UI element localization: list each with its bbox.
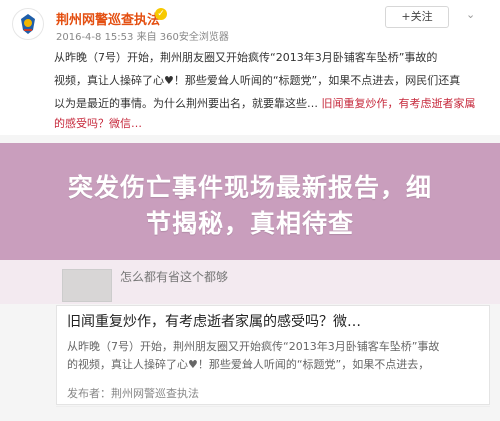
post-line-2: 视频，真让人操碎了心♥！那些爱耸人听闻的“标题党”，如果不点进去，网民们还真 [54,74,461,87]
follow-button[interactable]: +关注 [385,6,449,28]
page: 荆州网警巡查执法 ✓ 2016-4-8 15:53 来自 360安全浏览器 +关… [0,0,500,421]
post-body: 从昨晚（7号）开始，荆州朋友圈又开始疯传“2013年3月卧铺客车坠桥”事故的 视… [0,45,500,135]
card-text-2: 的视频，真让人操碎了心♥！那些爱耸人听闻的“标题党”，如果不点进去， [67,358,430,371]
post-line-3: 以为是最近的事情。为什么荆州要出名，就要靠这些… 旧闻重复炒作，有考虑逝者家属的… [0,91,500,134]
card-footer: 发布者：荆州网警巡查执法 [67,387,199,400]
card-title[interactable]: 旧闻重复炒作，有考虑逝者家属的感受吗？微… [67,312,479,332]
thumbnail-image[interactable] [62,269,112,302]
post-header: 荆州网警巡查执法 ✓ 2016-4-8 15:53 来自 360安全浏览器 +关… [0,0,500,45]
verified-icon: ✓ [155,8,167,20]
article-card[interactable]: 旧闻重复炒作，有考虑逝者家属的感受吗？微… 从昨晚（7号）开始，荆州朋友圈又开始… [56,305,490,405]
avatar[interactable] [12,8,44,40]
banner-line-1: 突发伤亡事件现场最新报告，细 [67,173,432,202]
post-line-3-text: 以为是最近的事情。为什么荆州要出名，就要靠这些… [54,97,318,110]
chevron-down-icon[interactable]: ⌄ [466,8,475,21]
post-line-1: 从昨晚（7号）开始，荆州朋友圈又开始疯传“2013年3月卧铺客车坠桥”事故的 [54,51,438,64]
post-meta: 2016-4-8 15:53 来自 360安全浏览器 [56,32,229,43]
divider [56,406,490,407]
banner-line-2: 节揭秘，真相待查 [145,209,354,238]
card-text-1: 从昨晚（7号）开始，荆州朋友圈又开始疯传“2013年3月卧铺客车坠桥”事故 [67,340,440,353]
badge-icon [14,10,42,38]
author-name[interactable]: 荆州网警巡查执法 [56,9,160,28]
strip-text: 怎么都有省这个都够 [120,270,229,284]
banner-text: 突发伤亡事件现场最新报告，细 节揭秘，真相待查 [0,170,500,242]
